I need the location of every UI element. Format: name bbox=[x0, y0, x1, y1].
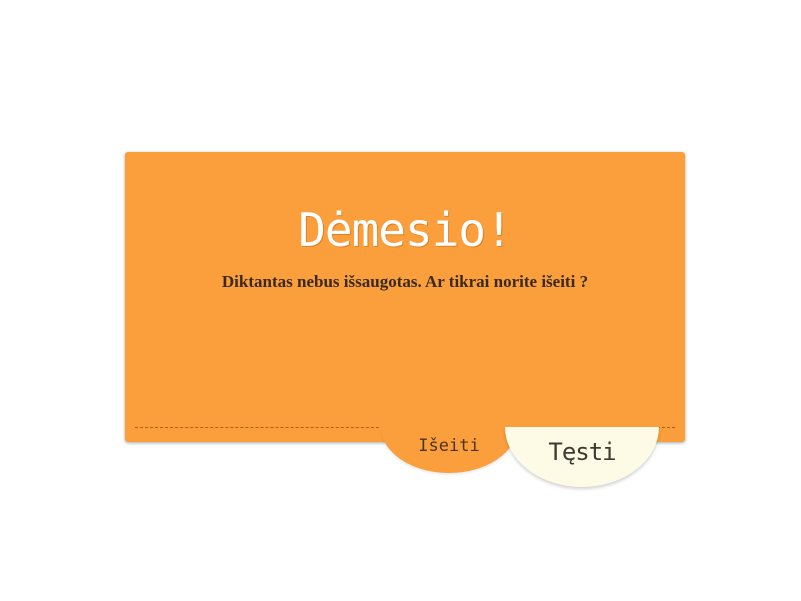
confirm-dialog: Dėmesio! Diktantas nebus išsaugotas. Ar … bbox=[125, 152, 685, 442]
exit-button[interactable]: Išeiti bbox=[381, 427, 517, 473]
exit-button-label: Išeiti bbox=[418, 436, 480, 456]
dialog-message: Diktantas nebus išsaugotas. Ar tikrai no… bbox=[221, 272, 589, 291]
continue-button-label: Tęsti bbox=[548, 438, 616, 466]
stage: Dėmesio! Diktantas nebus išsaugotas. Ar … bbox=[0, 0, 801, 601]
continue-button[interactable]: Tęsti bbox=[505, 427, 659, 487]
dialog-title: Dėmesio! bbox=[298, 203, 513, 257]
